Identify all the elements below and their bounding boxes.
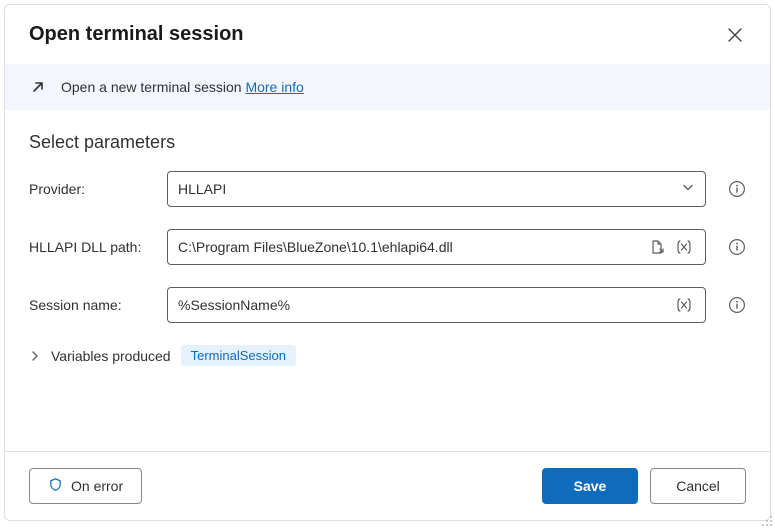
dialog-content: Select parameters Provider: HLLAPI HLLAP… xyxy=(5,110,770,451)
file-picker-button[interactable] xyxy=(647,237,667,257)
row-session-name: Session name: xyxy=(29,287,746,323)
chevron-down-icon xyxy=(681,181,695,198)
info-icon[interactable] xyxy=(728,180,746,198)
open-external-icon xyxy=(29,78,47,96)
dialog-title: Open terminal session xyxy=(29,23,244,46)
provider-value: HLLAPI xyxy=(178,181,226,197)
dialog-header: Open terminal session xyxy=(5,5,770,58)
variables-produced-label: Variables produced xyxy=(51,348,171,364)
row-provider: Provider: HLLAPI xyxy=(29,171,746,207)
save-label: Save xyxy=(574,478,607,494)
info-icon[interactable] xyxy=(728,296,746,314)
dialog-footer: On error Save Cancel xyxy=(5,451,770,520)
provider-select[interactable]: HLLAPI xyxy=(167,171,706,207)
dll-path-inline-icons xyxy=(647,237,695,257)
more-info-link[interactable]: More info xyxy=(245,79,303,95)
provider-control-wrap: HLLAPI xyxy=(167,171,706,207)
dialog: Open terminal session Open a new termina… xyxy=(4,4,771,521)
resize-grip[interactable] xyxy=(761,515,773,527)
close-button[interactable] xyxy=(724,24,746,46)
cancel-button[interactable]: Cancel xyxy=(650,468,746,504)
label-dll-path: HLLAPI DLL path: xyxy=(29,239,157,255)
file-icon xyxy=(649,243,665,258)
save-button[interactable]: Save xyxy=(542,468,638,504)
variable-chip[interactable]: TerminalSession xyxy=(181,345,296,366)
row-dll-path: HLLAPI DLL path: xyxy=(29,229,746,265)
info-banner-text: Open a new terminal session More info xyxy=(61,79,304,95)
variable-icon xyxy=(675,301,693,316)
dll-path-control xyxy=(167,229,706,265)
session-name-input[interactable] xyxy=(178,288,667,322)
on-error-button[interactable]: On error xyxy=(29,468,142,504)
chevron-right-icon xyxy=(29,349,41,365)
variables-produced-row: Variables produced TerminalSession xyxy=(29,345,746,366)
label-provider: Provider: xyxy=(29,181,157,197)
label-session-name: Session name: xyxy=(29,297,157,313)
close-icon xyxy=(728,30,742,45)
info-banner: Open a new terminal session More info xyxy=(5,64,770,110)
session-name-control xyxy=(167,287,706,323)
banner-description: Open a new terminal session xyxy=(61,79,245,95)
resize-grip-icon xyxy=(761,514,773,530)
shield-icon xyxy=(48,477,63,495)
info-icon[interactable] xyxy=(728,238,746,256)
variable-picker-button[interactable] xyxy=(673,237,695,257)
section-title: Select parameters xyxy=(29,132,746,153)
session-name-inline-icons xyxy=(673,295,695,315)
expand-variables-toggle[interactable] xyxy=(29,350,41,362)
variable-icon xyxy=(675,243,693,258)
dll-path-input[interactable] xyxy=(178,230,641,264)
footer-actions: Save Cancel xyxy=(542,468,746,504)
session-name-control-wrap xyxy=(167,287,706,323)
dll-path-control-wrap xyxy=(167,229,706,265)
cancel-label: Cancel xyxy=(676,478,720,494)
variable-picker-button[interactable] xyxy=(673,295,695,315)
on-error-label: On error xyxy=(71,478,123,494)
